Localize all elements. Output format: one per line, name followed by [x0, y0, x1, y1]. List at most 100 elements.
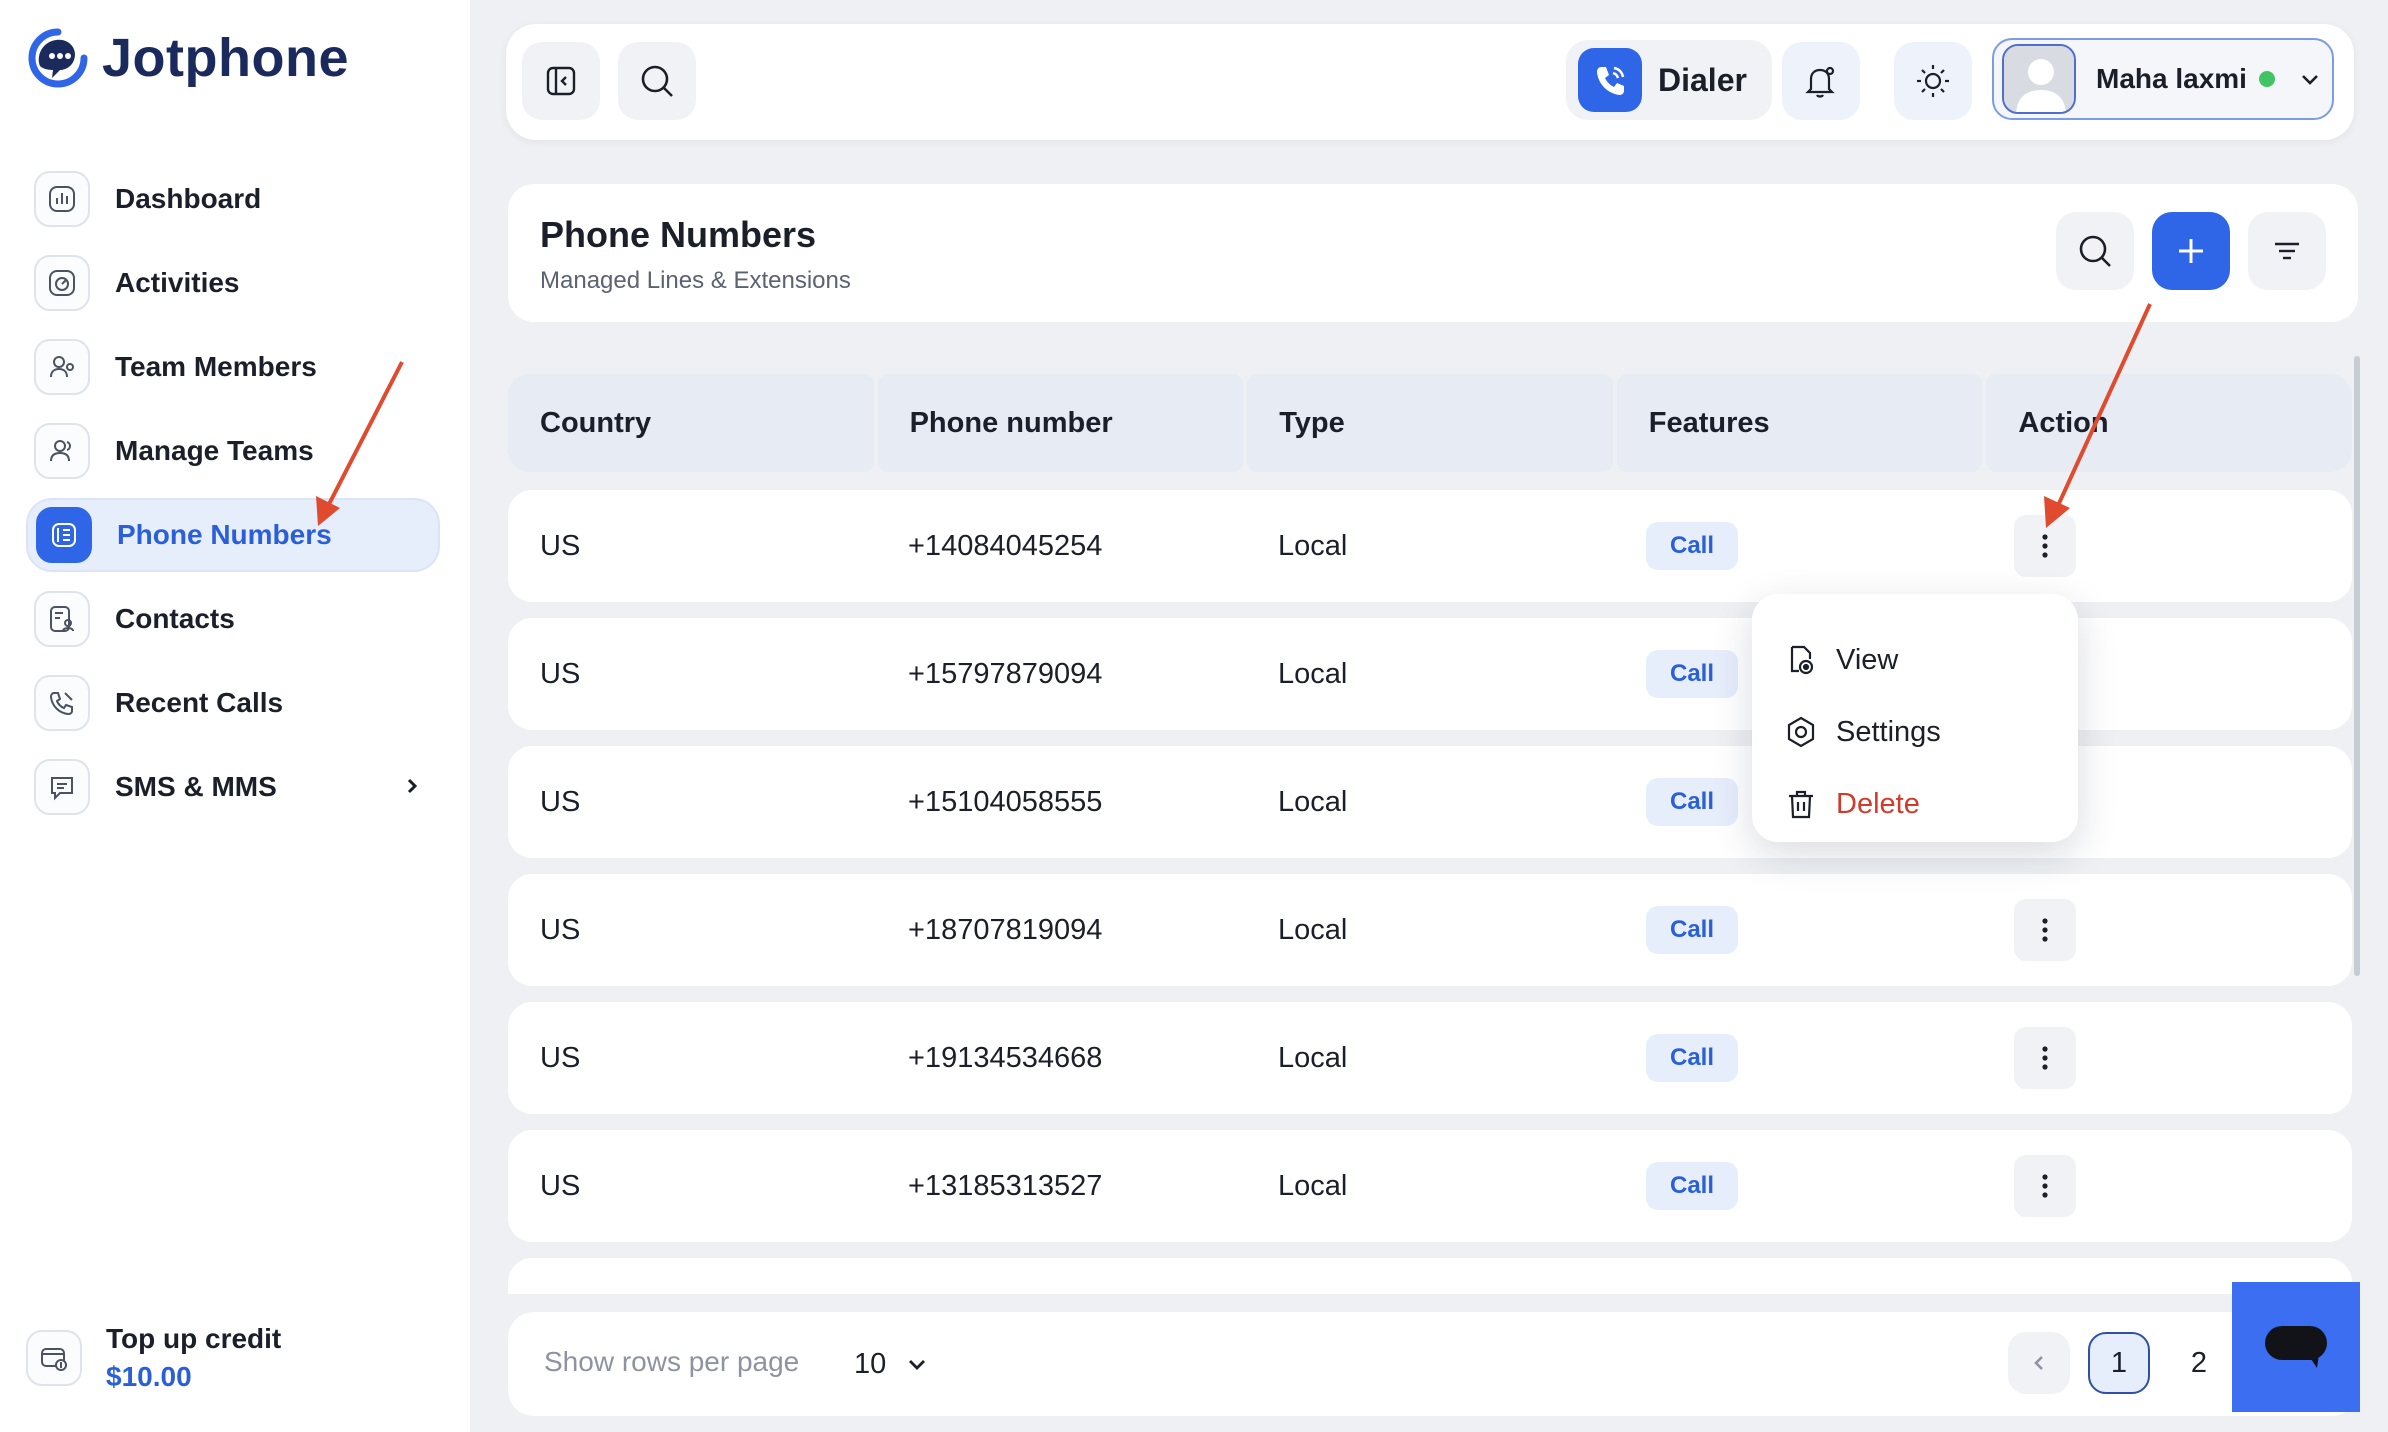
table-row[interactable]: US +19134534668 Local Call [508, 1002, 2352, 1114]
global-search-button[interactable] [618, 42, 696, 120]
feature-chip: Call [1646, 522, 1739, 570]
more-vertical-icon [2042, 1174, 2048, 1198]
sidebar-item-sms-mms[interactable]: SMS & MMS [26, 750, 440, 824]
credit-label: Top up credit [106, 1323, 282, 1354]
cell-type: Local [1278, 529, 1348, 562]
column-header-phone-number[interactable]: Phone number [877, 374, 1244, 472]
top-up-credit[interactable]: Top up credit $10.00 [26, 1320, 281, 1396]
user-name: Maha laxmi [2096, 63, 2247, 94]
collapse-sidebar-button[interactable] [522, 42, 600, 120]
brand-logo[interactable]: Jotphone [26, 26, 349, 90]
table-search-button[interactable] [2056, 212, 2134, 290]
sidebar-item-label: Contacts [115, 603, 235, 634]
team-members-icon [34, 339, 90, 395]
sidebar-item-label: Recent Calls [115, 687, 284, 718]
collapse-sidebar-icon [546, 66, 576, 96]
view-icon [1790, 645, 1814, 675]
table-scroll-area[interactable]: Country Phone number Type Features Actio… [506, 350, 2356, 1294]
row-actions-button[interactable] [2014, 1155, 2076, 1217]
feature-chip: Call [1646, 650, 1739, 698]
table-row[interactable]: US +18707819094 Local Call [508, 874, 2352, 986]
phone-icon [1578, 48, 1642, 112]
menu-item-view[interactable]: View [1752, 624, 2078, 696]
filter-icon [2275, 242, 2299, 260]
sidebar-item-activities[interactable]: Activities [26, 246, 440, 320]
cell-phone-number: +15797879094 [908, 657, 1103, 690]
cell-phone-number: +19134534668 [908, 1041, 1103, 1074]
table-scrollbar[interactable] [2354, 356, 2360, 976]
cell-phone-number: +18707819094 [908, 913, 1103, 946]
menu-item-label: Settings [1836, 715, 1941, 748]
cell-country: US [540, 1169, 581, 1202]
cell-country: US [540, 529, 581, 562]
theme-toggle-button[interactable] [1894, 42, 1972, 120]
search-icon [641, 65, 673, 97]
cell-features: Call [1646, 746, 1739, 858]
avatar [2002, 44, 2076, 114]
cell-features: Call [1646, 1130, 1739, 1242]
manage-teams-icon [34, 423, 90, 479]
cell-country: US [540, 657, 581, 690]
chevron-right-icon [407, 778, 418, 794]
menu-item-settings[interactable]: Settings [1752, 696, 2078, 768]
row-actions-button[interactable] [2014, 1027, 2076, 1089]
chat-widget-button[interactable] [2232, 1282, 2360, 1412]
previous-page-button[interactable] [2008, 1332, 2070, 1394]
sidebar-item-manage-teams[interactable]: Manage Teams [26, 414, 440, 488]
rows-per-page-select[interactable]: 10 [854, 1338, 930, 1390]
wallet-icon [26, 1330, 82, 1386]
add-phone-number-button[interactable] [2152, 212, 2230, 290]
cell-action [2014, 490, 2076, 602]
cell-type: Local [1278, 913, 1348, 946]
page-subtitle: Managed Lines & Extensions [540, 267, 851, 294]
cell-type: Local [1278, 1169, 1348, 1202]
table-row[interactable]: US +14084045254 Local Call [508, 490, 2352, 602]
column-header-features[interactable]: Features [1616, 374, 1983, 472]
sidebar-item-team-members[interactable]: Team Members [26, 330, 440, 404]
cell-action [2014, 1130, 2076, 1242]
page-header: Phone Numbers Managed Lines & Extensions [508, 184, 2358, 322]
row-actions-button[interactable] [2014, 899, 2076, 961]
column-header-country[interactable]: Country [508, 374, 874, 472]
table-footer: Show rows per page 10 1 2 [508, 1312, 2358, 1416]
feature-chip: Call [1646, 778, 1739, 826]
column-header-action: Action [1986, 374, 2352, 472]
chevron-down-icon [909, 1360, 926, 1370]
cell-features: Call [1646, 490, 1739, 602]
chat-bubble-icon [2265, 1326, 2327, 1368]
cell-action [2014, 1002, 2076, 1114]
trash-icon [1789, 790, 1813, 819]
table-row[interactable]: US +13185313527 Local Call [508, 1130, 2352, 1242]
more-vertical-icon [2042, 534, 2048, 558]
table-header: Country Phone number Type Features Actio… [508, 374, 2352, 472]
page-2-button[interactable]: 2 [2168, 1332, 2230, 1394]
phone-numbers-icon [36, 507, 92, 563]
more-vertical-icon [2042, 1046, 2048, 1070]
table-row-partial[interactable] [508, 1258, 2352, 1294]
cell-features: Call [1646, 1002, 1739, 1114]
credit-amount: $10.00 [106, 1361, 192, 1392]
sidebar-item-phone-numbers[interactable]: Phone Numbers [26, 498, 440, 572]
sidebar-item-dashboard[interactable]: Dashboard [26, 162, 440, 236]
cell-phone-number: +13185313527 [908, 1169, 1103, 1202]
sms-icon [34, 759, 90, 815]
user-profile-menu[interactable]: Maha laxmi [1992, 38, 2334, 120]
dashboard-icon [34, 171, 90, 227]
row-actions-button[interactable] [2014, 515, 2076, 577]
notifications-button[interactable] [1782, 42, 1860, 120]
feature-chip: Call [1646, 1034, 1739, 1082]
rows-per-page-label: Show rows per page [544, 1346, 800, 1377]
page-1-button[interactable]: 1 [2088, 1332, 2150, 1394]
sidebar-item-label: Team Members [115, 351, 317, 382]
cell-phone-number: +15104058555 [908, 785, 1103, 818]
chevron-left-icon [2034, 1356, 2043, 1370]
column-header-type[interactable]: Type [1247, 374, 1613, 472]
filter-button[interactable] [2248, 212, 2326, 290]
feature-chip: Call [1646, 906, 1739, 954]
sidebar-item-contacts[interactable]: Contacts [26, 582, 440, 656]
sidebar-item-recent-calls[interactable]: Recent Calls [26, 666, 440, 740]
menu-item-delete[interactable]: Delete [1752, 768, 2078, 840]
cell-features: Call [1646, 618, 1739, 730]
sidebar-nav: Dashboard Activities Team Members Manage… [26, 162, 440, 834]
dialer-button[interactable]: Dialer [1566, 40, 1772, 120]
